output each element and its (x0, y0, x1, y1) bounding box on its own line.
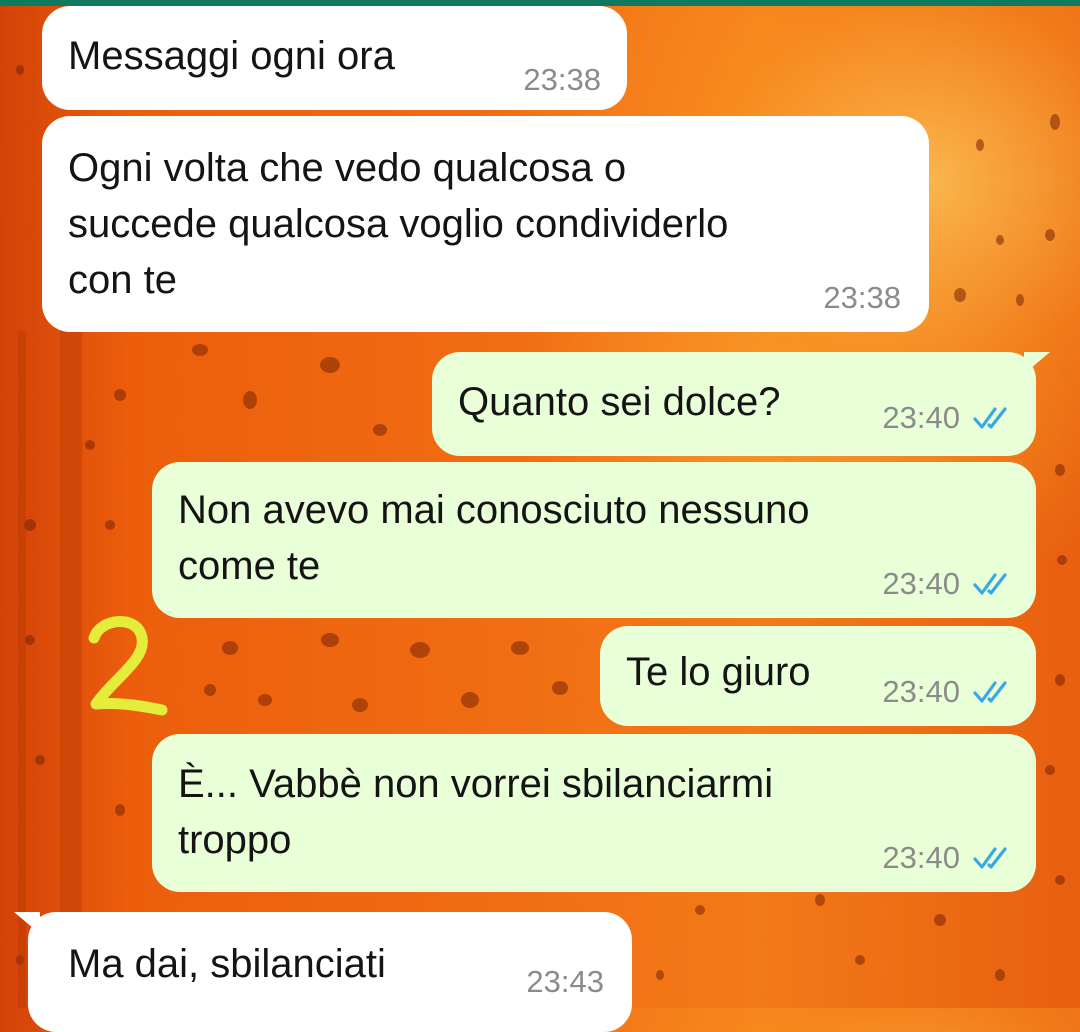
handwritten-number-annotation (88, 616, 168, 716)
double-check-icon (973, 847, 1007, 869)
outgoing-message-bubble[interactable]: Quanto sei dolce? 23:40 (432, 352, 1050, 456)
message-timestamp: 23:40 (882, 400, 960, 435)
message-timestamp: 23:40 (882, 566, 960, 601)
message-text: È... Vabbè non vorrei sbilanciarmi tropp… (178, 762, 774, 862)
message-text: Te lo giuro (626, 650, 811, 694)
message-timestamp: 23:38 (523, 62, 601, 97)
incoming-message-bubble[interactable]: Messaggi ogni ora 23:38 (42, 6, 627, 110)
incoming-message-bubble[interactable]: Ma dai, sbilanciati 23:43 (14, 912, 632, 1032)
message-text: Non avevo mai conosciuto nessuno come te (178, 488, 810, 588)
message-timestamp: 23:38 (823, 280, 901, 315)
double-check-icon (973, 573, 1007, 595)
message-text: Messaggi ogni ora (68, 34, 395, 78)
message-timestamp: 23:40 (882, 840, 960, 875)
bubble-tail (1024, 352, 1050, 374)
double-check-icon (973, 407, 1007, 429)
message-timestamp: 23:40 (882, 674, 960, 709)
outgoing-message-bubble[interactable]: Non avevo mai conosciuto nessuno come te… (152, 462, 1036, 618)
message-text: Ma dai, sbilanciati (68, 942, 386, 986)
outgoing-message-bubble[interactable]: È... Vabbè non vorrei sbilanciarmi tropp… (152, 734, 1036, 892)
double-check-icon (973, 681, 1007, 703)
incoming-message-bubble[interactable]: Ogni volta che vedo qualcosa o succede q… (42, 116, 929, 332)
bubble-tail (14, 912, 40, 934)
outgoing-message-bubble[interactable]: Te lo giuro 23:40 (600, 626, 1036, 726)
message-timestamp: 23:43 (526, 964, 604, 999)
message-text: Quanto sei dolce? (458, 380, 781, 424)
message-text: Ogni volta che vedo qualcosa o succede q… (68, 146, 729, 302)
